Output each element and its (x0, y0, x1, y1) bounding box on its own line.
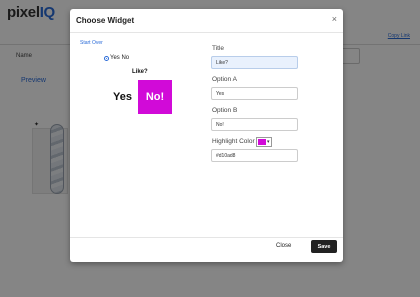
save-button[interactable]: Save (311, 240, 337, 253)
highlight-color-picker[interactable]: ▾ (256, 137, 272, 147)
title-input[interactable]: Like? (211, 56, 298, 69)
widget-preview-option-b: No! (138, 80, 172, 114)
highlight-color-label: Highlight Color (212, 138, 255, 145)
choose-widget-modal: Choose Widget × Start Over Yes No Like? … (70, 9, 343, 262)
option-b-input[interactable]: No! (211, 118, 298, 131)
widget-preview-title: Like? (132, 69, 148, 75)
color-swatch (258, 139, 266, 145)
modal-footer (70, 237, 343, 262)
start-over-link[interactable]: Start Over (80, 40, 103, 46)
option-a-input[interactable]: Yes (211, 87, 298, 100)
radio-selected-icon[interactable] (104, 55, 109, 61)
widget-type-radio[interactable]: Yes No (104, 55, 129, 61)
close-icon[interactable]: × (332, 14, 337, 24)
modal-header: Choose Widget × (70, 9, 343, 33)
option-b-label: Option B (212, 107, 238, 114)
chevron-down-icon: ▾ (267, 139, 270, 145)
highlight-color-input[interactable]: #d10ad8 (211, 149, 298, 162)
widget-preview-option-a: Yes (113, 91, 132, 103)
close-button[interactable]: Close (276, 243, 291, 249)
title-label: Title (212, 45, 225, 52)
widget-type-label: Yes No (110, 55, 130, 61)
option-a-label: Option A (212, 76, 237, 83)
modal-title: Choose Widget (76, 16, 135, 25)
